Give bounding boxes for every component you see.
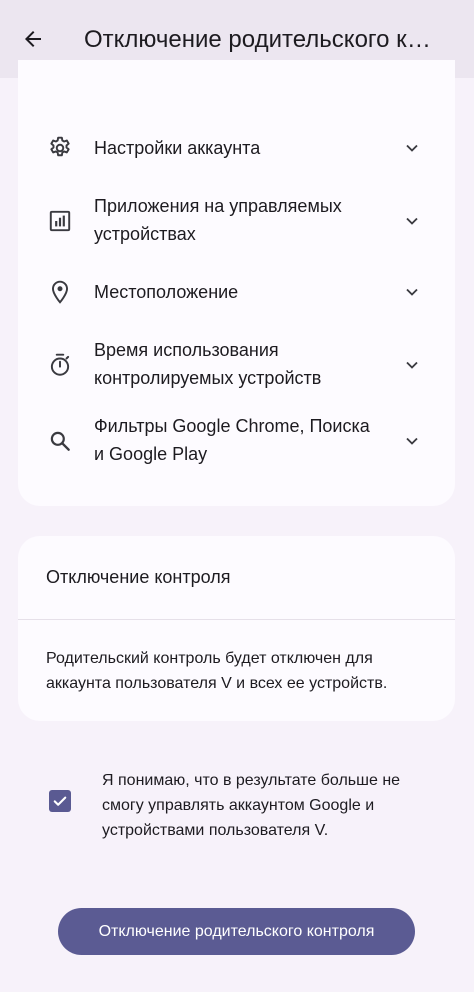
feature-label: Местоположение	[94, 282, 239, 302]
gear-icon	[46, 134, 74, 162]
timer-icon	[46, 351, 74, 379]
disable-parental-control-button[interactable]: Отключение родительского контроля	[58, 908, 415, 955]
feature-label: Фильтры Google Chrome, Поиска и Google P…	[94, 416, 370, 464]
feature-item-screen-time[interactable]: Время использования контролируемых устро…	[18, 336, 455, 394]
back-button[interactable]	[18, 24, 48, 54]
chevron-down-icon	[401, 354, 423, 376]
feature-item-filters[interactable]: Фильтры Google Chrome, Поиска и Google P…	[18, 412, 455, 470]
chevron-down-icon	[401, 281, 423, 303]
acknowledge-checkbox[interactable]	[49, 790, 71, 812]
bar-chart-icon	[46, 207, 74, 235]
features-card: Настройки аккаунта Приложения на управля…	[18, 60, 455, 506]
chevron-down-icon	[401, 210, 423, 232]
arrow-left-icon	[25, 31, 41, 47]
feature-label: Приложения на управляемых устройствах	[94, 196, 342, 244]
disable-card-title: Отключение контроля	[46, 567, 231, 587]
checkmark-icon	[53, 796, 67, 806]
location-pin-icon	[46, 278, 74, 306]
search-icon	[46, 427, 74, 455]
feature-item-apps[interactable]: Приложения на управляемых устройствах	[18, 192, 455, 250]
feature-item-location[interactable]: Местоположение	[18, 274, 455, 310]
chevron-down-icon	[401, 137, 423, 159]
feature-label: Время использования контролируемых устро…	[94, 340, 322, 388]
acknowledge-label: Я понимаю, что в результате больше не см…	[102, 772, 401, 839]
feature-label: Настройки аккаунта	[94, 138, 261, 158]
disable-control-card: Отключение контроля Родительский контрол…	[18, 536, 455, 721]
feature-item-account-settings[interactable]: Настройки аккаунта	[18, 130, 455, 166]
divider	[18, 619, 455, 620]
disable-card-description: Родительский контроль будет отключен для…	[46, 650, 388, 692]
page-title: Отключение родительского контроля	[84, 26, 444, 53]
chevron-down-icon	[401, 430, 423, 452]
